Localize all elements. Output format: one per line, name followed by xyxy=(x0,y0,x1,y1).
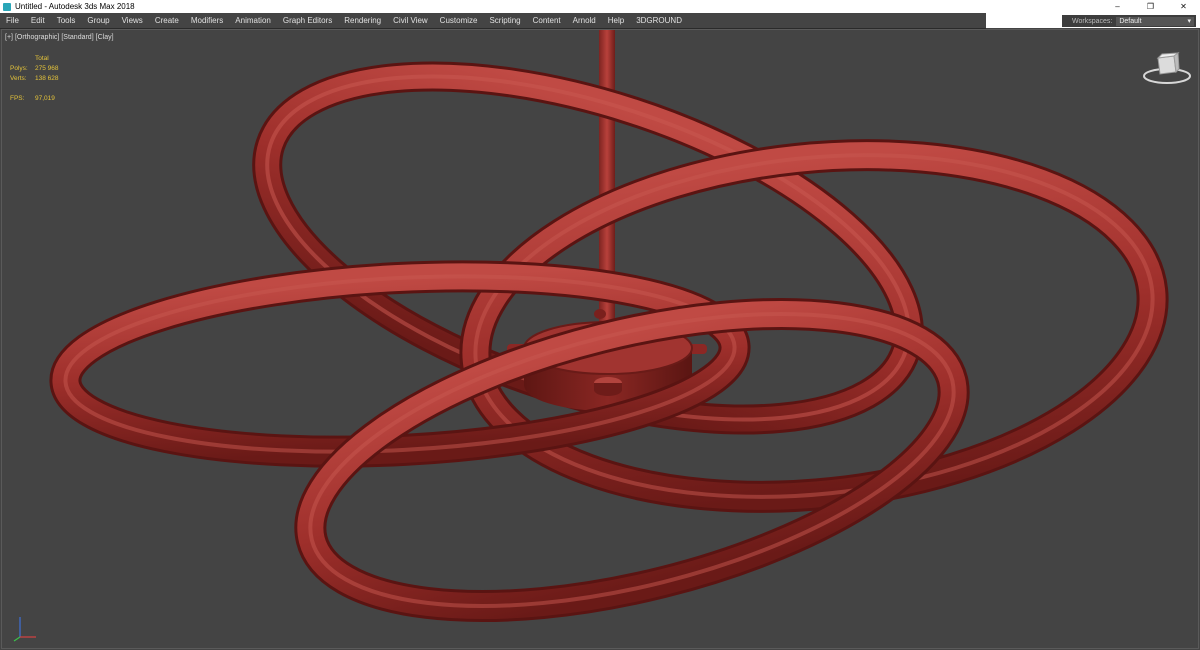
viewcube-icon[interactable] xyxy=(1140,50,1194,86)
menu-civil-view[interactable]: Civil View xyxy=(387,13,434,28)
title-bar: Untitled - Autodesk 3ds Max 2018 – ❐ ✕ xyxy=(0,0,1200,13)
menu-graph-editors[interactable]: Graph Editors xyxy=(277,13,338,28)
ring-chandelier-model xyxy=(49,30,1169,623)
perspective-viewport[interactable]: [+] [Orthographic] [Standard] [Clay] Tot… xyxy=(1,29,1199,649)
minimize-button[interactable]: – xyxy=(1101,0,1134,13)
polys-label: Polys: xyxy=(10,65,28,72)
viewport-style-label[interactable]: [Clay] xyxy=(96,34,114,41)
menu-edit[interactable]: Edit xyxy=(25,13,51,28)
fps-label: FPS: xyxy=(10,95,25,102)
workspaces-label: Workspaces: xyxy=(1072,17,1113,25)
window-controls: – ❐ ✕ xyxy=(1101,0,1200,13)
menu-views[interactable]: Views xyxy=(116,13,149,28)
verts-label: Verts: xyxy=(10,75,27,82)
workspaces-value: Default xyxy=(1119,17,1142,25)
stats-header: Total xyxy=(35,55,49,62)
menu-customize[interactable]: Customize xyxy=(434,13,484,28)
menu-scripting[interactable]: Scripting xyxy=(483,13,526,28)
menu-group[interactable]: Group xyxy=(81,13,115,28)
menu-3dground[interactable]: 3DGROUND xyxy=(630,13,688,28)
window-title: Untitled - Autodesk 3ds Max 2018 xyxy=(15,2,135,11)
viewport-view-label[interactable]: [Orthographic] xyxy=(15,34,59,41)
menu-bar: File Edit Tools Group Views Create Modif… xyxy=(0,13,986,29)
viewport-menu-label[interactable]: [+] xyxy=(5,34,13,41)
workspaces-dropdown[interactable]: Default ▾ xyxy=(1116,16,1194,26)
close-button[interactable]: ✕ xyxy=(1167,0,1200,13)
menu-modifiers[interactable]: Modifiers xyxy=(185,13,229,28)
app-icon xyxy=(3,2,11,11)
menu-rendering[interactable]: Rendering xyxy=(338,13,387,28)
menu-content[interactable]: Content xyxy=(527,13,567,28)
menu-animation[interactable]: Animation xyxy=(229,13,277,28)
viewport-shading-label[interactable]: [Standard] xyxy=(61,34,93,41)
axis-tripod-icon xyxy=(13,617,36,642)
restore-button[interactable]: ❐ xyxy=(1134,0,1167,13)
scene-statistics: Total Polys: 275 968 Verts: 138 628 FPS: 97… xyxy=(10,54,59,104)
viewport-labels: [+] [Orthographic] [Standard] [Clay] xyxy=(5,34,114,41)
menu-help[interactable]: Help xyxy=(602,13,630,28)
menu-create[interactable]: Create xyxy=(149,13,185,28)
menu-arnold[interactable]: Arnold xyxy=(567,13,602,28)
workspaces-selector: Workspaces: Default ▾ xyxy=(1062,15,1196,27)
polys-value: 275 968 xyxy=(35,65,59,72)
chevron-down-icon: ▾ xyxy=(1187,18,1191,25)
menu-tools[interactable]: Tools xyxy=(51,13,82,28)
verts-value: 138 628 xyxy=(35,75,59,82)
menu-file[interactable]: File xyxy=(0,13,25,28)
fps-value: 97,019 xyxy=(35,95,55,102)
